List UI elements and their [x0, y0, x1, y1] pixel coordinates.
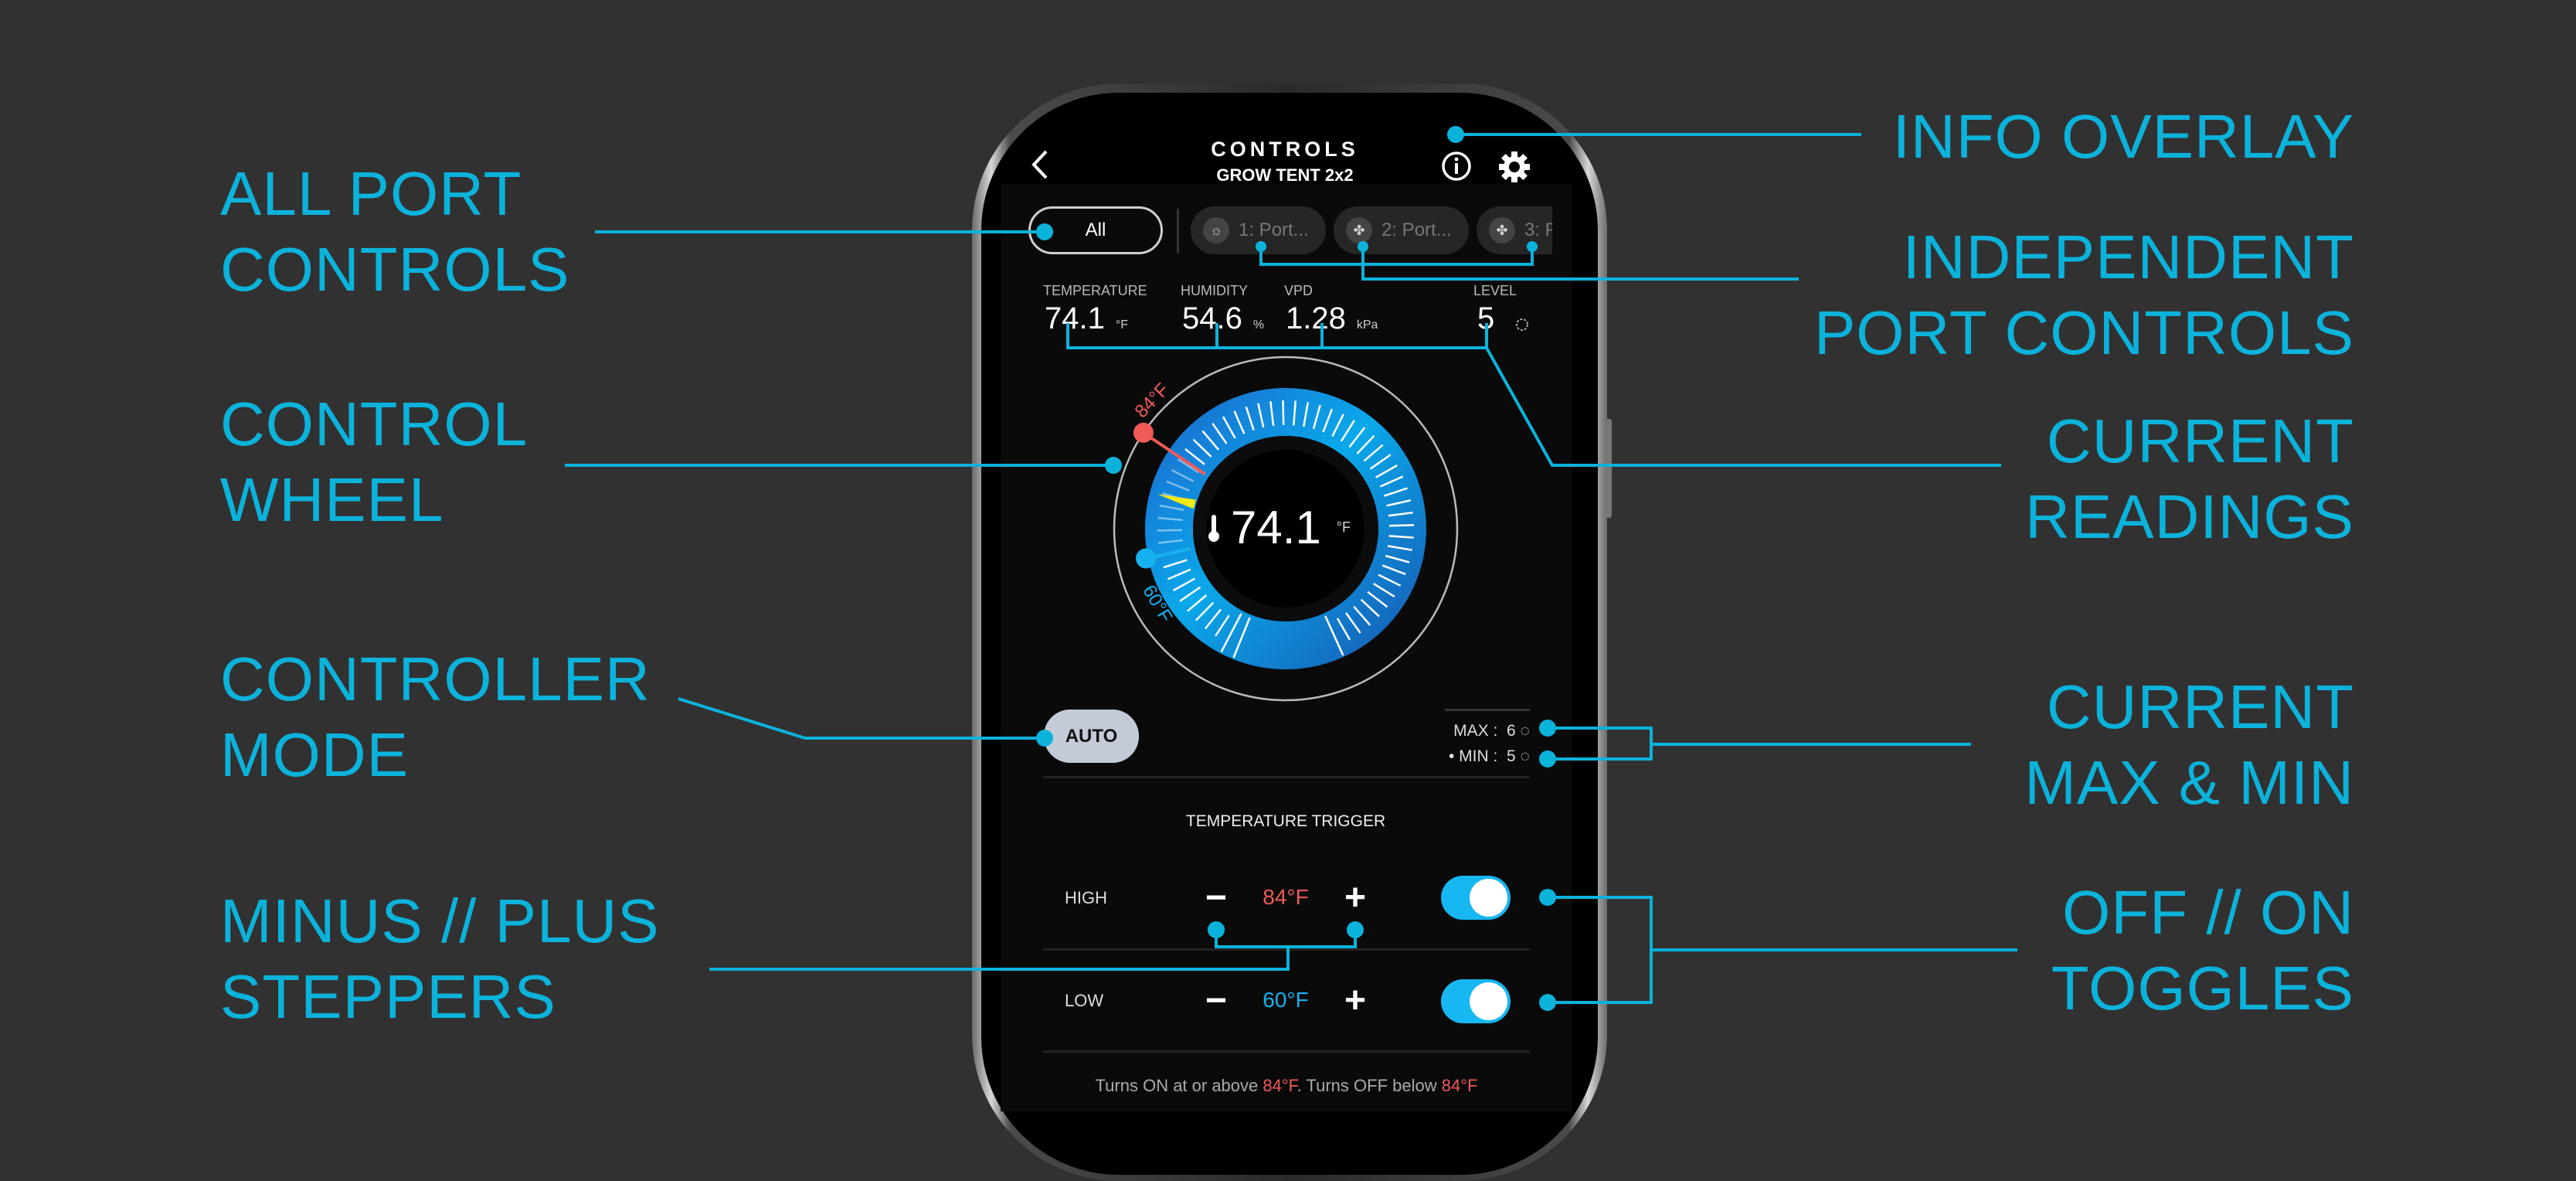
annotation-line: READINGS	[2025, 479, 2354, 555]
annotation-line: INDEPENDENT	[1814, 220, 2354, 295]
annotation-info-overlay: INFO OVERLAY	[1893, 99, 2354, 175]
annotation-current-readings: CURRENTREADINGS	[2025, 403, 2354, 555]
annotation-line: PORT CONTROLS	[1814, 295, 2354, 371]
leader-readings	[1068, 323, 1487, 348]
annotation-all-port-controls: ALL PORTCONTROLS	[220, 156, 570, 308]
annotation-line: STEPPERS	[220, 959, 660, 1035]
annotation-line: MAX & MIN	[2024, 745, 2354, 821]
annotation-off-on-toggles: OFF // ONTOGGLES	[2051, 875, 2354, 1026]
leader-mode	[678, 699, 1045, 738]
annotation-line: CURRENT	[2025, 403, 2354, 479]
annotation-line: ALL PORT	[220, 156, 570, 232]
annotation-line: MINUS // PLUS	[220, 883, 660, 959]
annotation-line: WHEEL	[220, 462, 528, 538]
annotation-line: CONTROLS	[220, 232, 570, 308]
annotation-minus-plus-steppers: MINUS // PLUSSTEPPERS	[220, 883, 660, 1035]
annotation-current-max-min: CURRENTMAX & MIN	[2024, 669, 2354, 821]
leader-steppers	[1216, 930, 1355, 947]
annotation-controller-mode: CONTROLLERMODE	[220, 642, 651, 793]
annotation-line: CONTROLLER	[220, 642, 651, 717]
annotation-line: MODE	[220, 717, 651, 793]
leader-maxmin	[1548, 728, 1651, 759]
annotation-line: TOGGLES	[2051, 951, 2354, 1026]
annotation-line: CONTROL	[220, 386, 528, 462]
leader-ports	[1261, 247, 1532, 264]
annotation-line: CURRENT	[2024, 669, 2354, 745]
leader-toggles	[1548, 897, 1651, 1002]
annotation-control-wheel: CONTROLWHEEL	[220, 386, 528, 538]
annotation-independent-port-controls: INDEPENDENTPORT CONTROLS	[1814, 220, 2354, 371]
annotation-line: OFF // ON	[2051, 875, 2354, 951]
